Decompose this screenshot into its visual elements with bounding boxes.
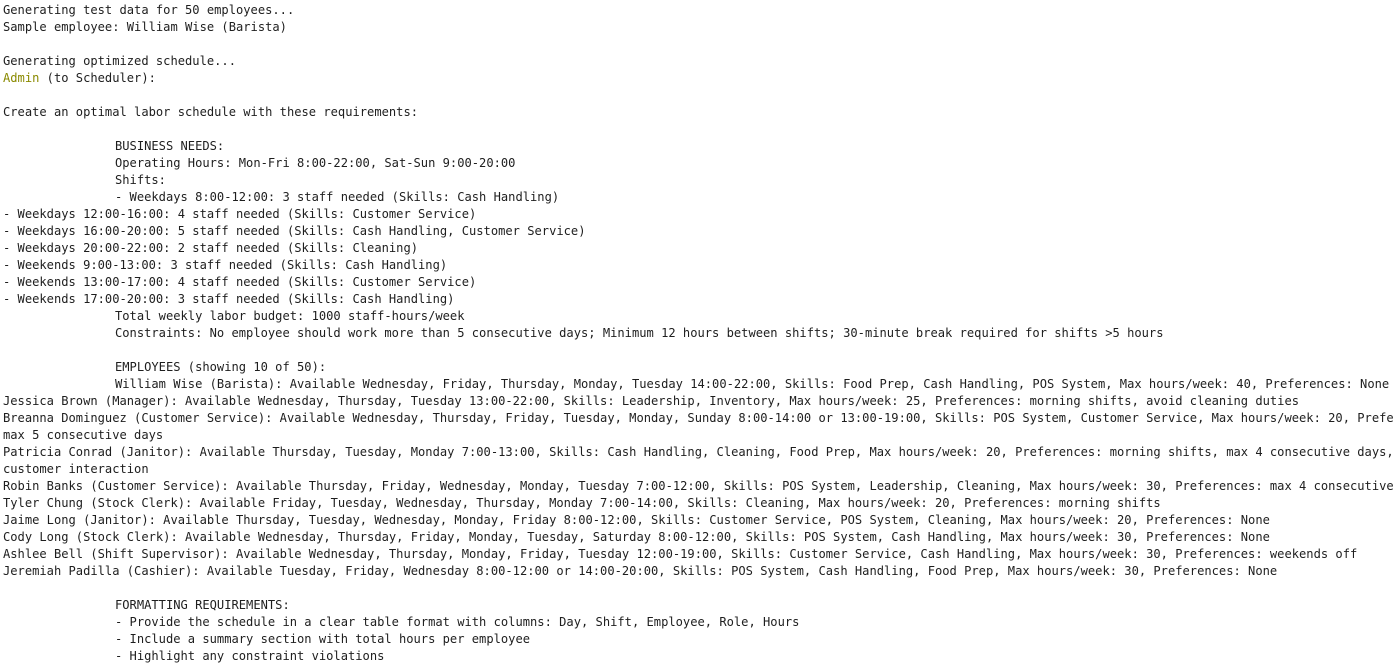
console-output: Generating test data for 50 employees...…	[3, 2, 1393, 665]
log-line: Generating optimized schedule...	[3, 54, 236, 68]
shift-line: - Weekdays 20:00-22:00: 2 staff needed (…	[3, 241, 419, 255]
employee-line: Jeremiah Padilla (Cashier): Available Tu…	[3, 564, 1278, 578]
log-line: Sample employee: William Wise (Barista)	[3, 20, 287, 34]
formatting-line: - Highlight any constraint violations	[115, 649, 385, 663]
shift-line: - Weekdays 8:00-12:00: 3 staff needed (S…	[115, 190, 560, 204]
employee-line: Robin Banks (Customer Service): Availabl…	[3, 479, 1393, 493]
business-needs-heading: BUSINESS NEEDS:	[115, 139, 225, 153]
prompt-intro: Create an optimal labor schedule with th…	[3, 105, 419, 119]
log-line: Generating test data for 50 employees...	[3, 3, 295, 17]
employee-line-wrap: customer interaction	[3, 462, 149, 476]
labor-budget: Total weekly labor budget: 1000 staff-ho…	[115, 309, 465, 323]
formatting-line: - Include a summary section with total h…	[115, 632, 531, 646]
employee-line: Cody Long (Stock Clerk): Available Wedne…	[3, 530, 1270, 544]
shift-line: - Weekends 17:00-20:00: 3 staff needed (…	[3, 292, 455, 306]
employee-line: Tyler Chung (Stock Clerk): Available Fri…	[3, 496, 1161, 510]
employee-line: Breanna Dominguez (Customer Service): Av…	[3, 411, 1393, 425]
formatting-heading: FORMATTING REQUIREMENTS:	[115, 598, 290, 612]
employee-line: Jaime Long (Janitor): Available Thursday…	[3, 513, 1270, 527]
operating-hours: Operating Hours: Mon-Fri 8:00-22:00, Sat…	[115, 156, 516, 170]
message-header: Admin (to Scheduler):	[3, 70, 1393, 87]
formatting-line: - Provide the schedule in a clear table …	[115, 615, 800, 629]
recipient-label: (to Scheduler):	[39, 71, 156, 85]
employee-line: Jessica Brown (Manager): Available Wedne…	[3, 394, 1300, 408]
constraints: Constraints: No employee should work mor…	[115, 326, 1164, 340]
speaker-name: Admin	[3, 71, 40, 85]
employee-line: Patricia Conrad (Janitor): Available Thu…	[3, 445, 1393, 459]
shift-line: - Weekdays 12:00-16:00: 4 staff needed (…	[3, 207, 477, 221]
employee-line: Ashlee Bell (Shift Supervisor): Availabl…	[3, 547, 1358, 561]
shift-line: - Weekends 13:00-17:00: 4 staff needed (…	[3, 275, 477, 289]
employee-line-wrap: max 5 consecutive days	[3, 428, 164, 442]
shift-line: - Weekdays 16:00-20:00: 5 staff needed (…	[3, 224, 586, 238]
shift-line: - Weekends 9:00-13:00: 3 staff needed (S…	[3, 258, 448, 272]
employee-line: William Wise (Barista): Available Wednes…	[115, 377, 1390, 391]
employees-heading: EMPLOYEES (showing 10 of 50):	[115, 360, 327, 374]
shifts-heading: Shifts:	[115, 173, 166, 187]
